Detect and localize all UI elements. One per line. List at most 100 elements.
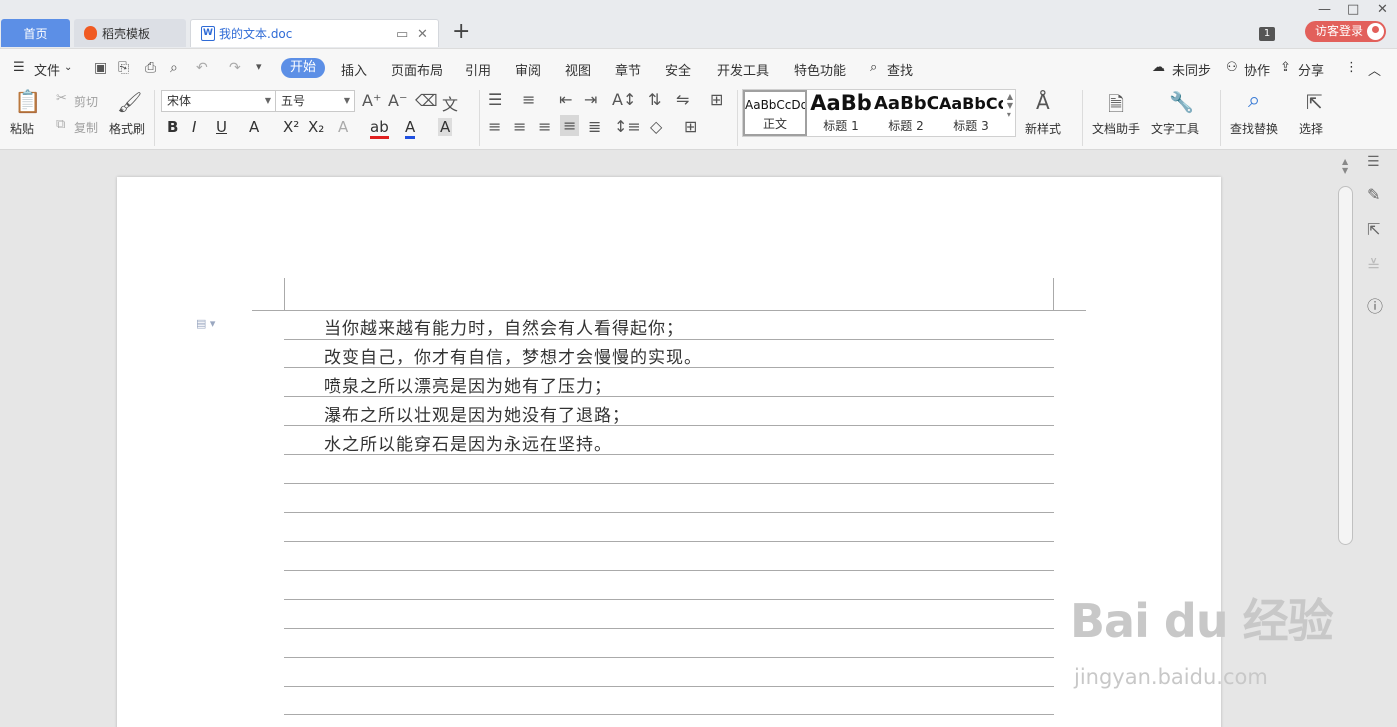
menu-layout[interactable]: 页面布局 xyxy=(391,60,443,79)
share-icon[interactable]: ⇪ xyxy=(1280,60,1291,75)
customize-toolbar-icon[interactable]: ▾ xyxy=(256,60,262,73)
collapse-ribbon-icon[interactable]: ︿ xyxy=(1368,60,1381,79)
new-style-button[interactable]: 新样式 xyxy=(1025,120,1061,137)
font-color-icon[interactable]: A xyxy=(405,118,416,139)
decrease-indent-icon[interactable]: ⇤ xyxy=(559,90,572,109)
menu-devtools[interactable]: 开发工具 xyxy=(717,60,769,79)
add-tab-button[interactable]: + xyxy=(452,21,470,43)
phonetic-icon[interactable]: 文 xyxy=(442,91,458,115)
align-right-icon[interactable]: ≡ xyxy=(538,117,551,136)
collab-icon[interactable]: ⚇ xyxy=(1226,60,1238,75)
line-spacing-icon[interactable]: ↕≡ xyxy=(614,117,641,136)
maximize-button[interactable]: □ xyxy=(1347,2,1359,17)
menu-insert[interactable]: 插入 xyxy=(341,60,367,79)
justify-icon[interactable]: ≡ xyxy=(560,115,580,136)
help-icon[interactable]: ⓘ xyxy=(1367,293,1383,317)
close-window-button[interactable]: ✕ xyxy=(1377,2,1388,17)
copy-button[interactable]: 复制 xyxy=(74,119,98,136)
hamburger-icon[interactable]: ☰ xyxy=(13,60,25,75)
grow-font-icon[interactable]: A⁺ xyxy=(362,91,381,110)
align-center-icon[interactable]: ≡ xyxy=(513,117,526,136)
shrink-font-icon[interactable]: A⁻ xyxy=(388,91,407,110)
style-heading-1[interactable]: AaBb 标题 1 xyxy=(809,90,873,136)
sync-status[interactable]: 未同步 xyxy=(1172,60,1211,79)
doc-assistant-button[interactable]: 文档助手 xyxy=(1092,120,1140,137)
style-normal[interactable]: AaBbCcDd 正文 xyxy=(743,90,807,136)
subscript-icon[interactable]: X₂ xyxy=(308,118,324,136)
print-preview-icon[interactable]: ⌕ xyxy=(170,60,178,76)
align-left-icon[interactable]: ≡ xyxy=(488,117,501,136)
pen-icon[interactable]: ✎ xyxy=(1367,185,1380,204)
font-size-select[interactable]: 五号 ▼ xyxy=(275,90,355,112)
numbered-list-icon[interactable]: ≡ xyxy=(522,90,535,109)
guest-login-button[interactable]: 访客登录 xyxy=(1305,21,1386,42)
text-effect-icon[interactable]: A xyxy=(338,118,348,136)
tab-daoke[interactable]: 稻壳模板 xyxy=(74,19,186,47)
menu-view[interactable]: 视图 xyxy=(565,60,591,79)
increase-indent-icon[interactable]: ⇥ xyxy=(584,90,597,109)
style-heading-2[interactable]: AaBbC 标题 2 xyxy=(874,90,938,136)
document-line[interactable]: 喷泉之所以漂亮是因为她有了压力； xyxy=(324,372,612,397)
superscript-icon[interactable]: X² xyxy=(283,118,299,136)
menu-share[interactable]: 分享 xyxy=(1298,60,1324,79)
select-button[interactable]: 选择 xyxy=(1299,120,1323,137)
distribute-icon[interactable]: ≣ xyxy=(588,117,601,136)
bold-icon[interactable]: B xyxy=(167,118,178,136)
find-replace-button[interactable]: 查找替换 xyxy=(1230,120,1278,137)
tab-home[interactable]: 首页 xyxy=(1,19,70,47)
document-page[interactable] xyxy=(117,177,1221,727)
menu-file[interactable]: 文件 xyxy=(34,60,60,79)
document-line[interactable]: 当你越来越有能力时，自然会有人看得起你； xyxy=(324,314,684,339)
menu-start[interactable]: 开始 xyxy=(281,58,325,78)
strikethrough-icon[interactable]: A xyxy=(249,118,259,136)
document-line[interactable]: 改变自己，你才有自信，梦想才会慢慢的实现。 xyxy=(324,343,702,368)
underline-icon[interactable]: U xyxy=(216,118,227,136)
menu-special[interactable]: 特色功能 xyxy=(794,60,846,79)
save-icon[interactable]: ▣ xyxy=(94,60,107,76)
show-marks-icon[interactable]: ⇋ xyxy=(676,90,689,109)
sidebar-menu-icon[interactable]: ☰ xyxy=(1367,154,1380,170)
chevron-down-icon[interactable]: ⌄ xyxy=(64,62,72,73)
cut-button[interactable]: 剪切 xyxy=(74,93,98,110)
vertical-scrollbar[interactable] xyxy=(1338,186,1353,545)
paste-icon[interactable]: 📋 xyxy=(14,90,41,115)
close-tab-icon[interactable]: ✕ xyxy=(417,27,428,42)
gallery-scroll-icon[interactable]: ▲ ▼ ▾ xyxy=(1007,92,1013,119)
menu-find[interactable]: 查找 xyxy=(887,60,913,79)
italic-icon[interactable]: I xyxy=(192,118,196,136)
export-icon[interactable]: ⎘ xyxy=(118,60,129,76)
clear-format-icon[interactable]: ⌫ xyxy=(415,91,438,110)
sort-icon[interactable]: ⇅ xyxy=(648,90,661,109)
table-insert-icon[interactable]: ⊞ xyxy=(710,90,723,109)
borders-icon[interactable]: ⊞ xyxy=(684,117,697,136)
cloud-sync-icon[interactable]: ☁ xyxy=(1152,60,1165,75)
search-icon[interactable]: ⌕ xyxy=(870,60,877,75)
pin-window-icon[interactable]: ▭ xyxy=(396,27,408,42)
document-line[interactable]: 瀑布之所以壮观是因为她没有了退路； xyxy=(324,401,630,426)
select-pointer-icon[interactable]: ⇱ xyxy=(1367,220,1380,239)
minimize-button[interactable]: — xyxy=(1318,2,1331,17)
paragraph-menu-icon[interactable]: ▤ ▾ xyxy=(196,317,215,330)
shading-icon[interactable]: ◇ xyxy=(650,117,662,136)
text-tools-button[interactable]: 文字工具 xyxy=(1151,120,1199,137)
menu-collab[interactable]: 协作 xyxy=(1244,60,1270,79)
font-family-select[interactable]: 宋体 ▼ xyxy=(161,90,276,112)
paste-button[interactable]: 粘贴 xyxy=(10,120,34,137)
menu-chapter[interactable]: 章节 xyxy=(615,60,641,79)
print-icon[interactable]: ⎙ xyxy=(145,60,156,76)
highlight-color-icon[interactable]: ab xyxy=(370,118,389,139)
tab-document[interactable]: W 我的文本.doc ▭ ✕ xyxy=(190,19,439,47)
menu-reference[interactable]: 引用 xyxy=(465,60,491,79)
format-painter-button[interactable]: 格式刷 xyxy=(109,120,145,137)
settings-sliders-icon[interactable]: ≚ xyxy=(1367,256,1380,275)
menu-security[interactable]: 安全 xyxy=(665,60,691,79)
char-shading-icon[interactable]: A xyxy=(438,118,453,136)
text-direction-icon[interactable]: A↕ xyxy=(612,90,636,109)
more-icon[interactable]: ⋮ xyxy=(1345,60,1358,75)
menu-review[interactable]: 审阅 xyxy=(515,60,541,79)
undo-icon[interactable]: ↶ xyxy=(196,60,208,76)
scroll-up-icon[interactable]: ▲ ▼ xyxy=(1342,157,1348,175)
bullet-list-icon[interactable]: ☰ xyxy=(488,90,502,109)
document-line[interactable]: 水之所以能穿石是因为永远在坚持。 xyxy=(324,430,612,455)
style-heading-3[interactable]: AaBbCc 标题 3 xyxy=(939,90,1003,136)
